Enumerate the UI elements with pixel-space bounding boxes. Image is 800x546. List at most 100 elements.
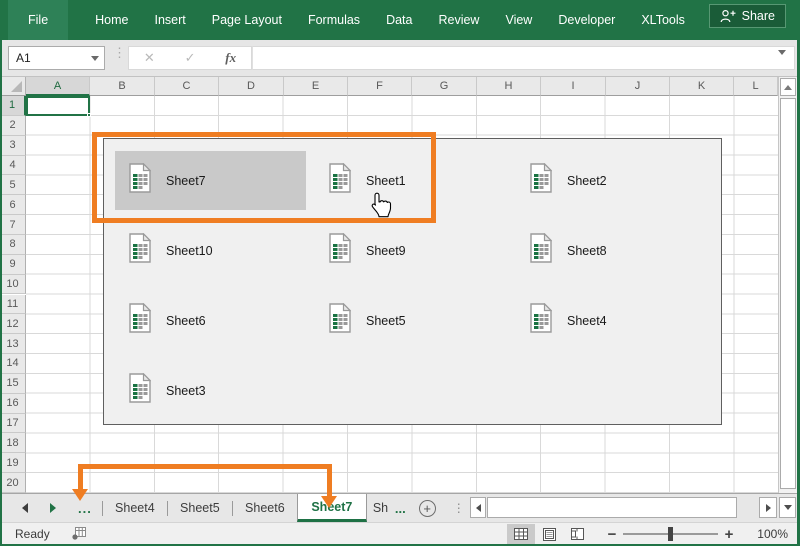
popup-sheet-item-sheet4[interactable]: Sheet4	[516, 291, 707, 350]
zoom-in-button[interactable]: +	[718, 526, 740, 543]
row-header-9[interactable]: 9	[0, 254, 26, 275]
insert-function-icon[interactable]: fx	[225, 50, 236, 66]
triangle-left-icon	[475, 503, 481, 512]
ribbon-tab-data[interactable]: Data	[373, 0, 425, 40]
zoom-level-label[interactable]: 100%	[752, 527, 788, 541]
ribbon-tab-home[interactable]: Home	[82, 0, 141, 40]
hidden-sheets-right-indicator[interactable]: ...	[389, 494, 412, 522]
worksheet-file-icon	[129, 302, 152, 338]
worksheet-file-icon	[530, 162, 553, 198]
column-header-d[interactable]: D	[219, 77, 284, 96]
row-header-18[interactable]: 18	[0, 433, 26, 454]
zoom-out-button[interactable]: −	[601, 526, 623, 543]
triangle-up-icon	[784, 84, 792, 90]
row-header-17[interactable]: 17	[0, 413, 26, 434]
popup-sheet-item-sheet2[interactable]: Sheet2	[516, 151, 707, 210]
zoom-slider[interactable]	[623, 527, 718, 541]
name-box[interactable]: A1	[8, 46, 105, 70]
popup-sheet-item-sheet8[interactable]: Sheet8	[516, 221, 707, 280]
column-header-f[interactable]: F	[348, 77, 412, 96]
zoom-slider-thumb[interactable]	[668, 527, 673, 541]
popup-sheet-label: Sheet6	[166, 313, 206, 328]
column-header-i[interactable]: I	[541, 77, 606, 96]
ribbon-bar: File Home Insert Page Layout Formulas Data Rev…	[0, 0, 800, 40]
popup-sheet-item-sheet10[interactable]: Sheet10	[115, 221, 306, 280]
ribbon-tab-xltools[interactable]: XLTools	[628, 0, 698, 40]
row-header-4[interactable]: 4	[0, 155, 26, 176]
macro-record-icon[interactable]	[72, 527, 86, 540]
ribbon-tab-insert[interactable]: Insert	[142, 0, 199, 40]
row-header-20[interactable]: 20	[0, 473, 26, 493]
row-header-3[interactable]: 3	[0, 135, 26, 156]
ribbon-tab-review[interactable]: Review	[425, 0, 492, 40]
column-header-k[interactable]: K	[670, 77, 734, 96]
row-header-12[interactable]: 12	[0, 314, 26, 335]
column-header-b[interactable]: B	[90, 77, 155, 96]
ribbon-tab-page-layout[interactable]: Page Layout	[199, 0, 295, 40]
scroll-left-button[interactable]	[470, 497, 486, 518]
ribbon-tab-view[interactable]: View	[492, 0, 545, 40]
row-header-16[interactable]: 16	[0, 393, 26, 414]
row-header-1[interactable]: 1	[0, 96, 26, 116]
scroll-down-button[interactable]	[779, 497, 796, 518]
normal-view-icon	[514, 528, 528, 540]
row-header-13[interactable]: 13	[0, 334, 26, 355]
column-header-a[interactable]: A	[26, 77, 90, 96]
cancel-icon[interactable]: ✕	[144, 50, 155, 66]
row-header-14[interactable]: 14	[0, 354, 26, 374]
chevron-down-icon	[778, 50, 786, 72]
new-sheet-button[interactable]: +	[412, 494, 443, 522]
sheet-tab-sh[interactable]: Sh	[367, 494, 389, 522]
normal-view-button[interactable]	[507, 524, 535, 544]
share-button[interactable]: Share	[708, 4, 786, 28]
annotation-connector-drop-left	[78, 464, 83, 491]
sheet-tab-sheet6[interactable]: Sheet6	[233, 494, 297, 522]
column-header-g[interactable]: G	[412, 77, 477, 96]
column-header-j[interactable]: J	[606, 77, 670, 96]
worksheet-file-icon	[129, 232, 152, 268]
name-box-dropdown[interactable]	[86, 47, 104, 69]
column-header-h[interactable]: H	[477, 77, 541, 96]
scroll-up-button[interactable]	[780, 78, 796, 96]
popup-sheet-label: Sheet2	[567, 173, 607, 188]
vertical-scrollbar[interactable]	[778, 77, 797, 493]
row-header-15[interactable]: 15	[0, 373, 26, 394]
vertical-scroll-thumb[interactable]	[780, 98, 796, 489]
ribbon-tab-file[interactable]: File	[8, 0, 69, 40]
enter-icon[interactable]: ✓	[185, 50, 196, 66]
hidden-sheets-left-indicator[interactable]: ...	[78, 501, 92, 516]
fill-handle[interactable]	[87, 113, 91, 117]
formula-bar-grip[interactable]: ⋮	[113, 46, 126, 59]
column-header-c[interactable]: C	[155, 77, 219, 96]
row-header-2[interactable]: 2	[0, 115, 26, 136]
popup-sheet-item-sheet5[interactable]: Sheet5	[315, 291, 506, 350]
formula-input[interactable]	[252, 46, 795, 73]
scroll-right-button[interactable]	[759, 497, 777, 518]
formula-bar-expand-icon[interactable]	[778, 50, 786, 73]
popup-sheet-item-sheet9[interactable]: Sheet9	[315, 221, 506, 280]
row-header-11[interactable]: 11	[0, 294, 26, 315]
row-header-8[interactable]: 8	[0, 234, 26, 255]
ribbon-tab-formulas[interactable]: Formulas	[295, 0, 373, 40]
sheet-tab-sheet4[interactable]: Sheet4	[103, 494, 167, 522]
page-break-preview-button[interactable]	[563, 524, 591, 544]
select-all-button[interactable]	[0, 77, 26, 96]
column-header-l[interactable]: L	[734, 77, 778, 96]
next-sheet-icon[interactable]	[50, 503, 56, 513]
previous-sheet-icon[interactable]	[22, 503, 28, 513]
row-header-7[interactable]: 7	[0, 215, 26, 235]
popup-sheet-item-sheet6[interactable]: Sheet6	[115, 291, 306, 350]
page-layout-view-button[interactable]	[535, 524, 563, 544]
row-header-19[interactable]: 19	[0, 453, 26, 474]
page-layout-icon	[542, 527, 556, 541]
triangle-down-icon	[783, 505, 792, 510]
ribbon-tab-developer[interactable]: Developer	[545, 0, 628, 40]
popup-sheet-item-sheet3[interactable]: Sheet3	[115, 361, 306, 420]
row-header-5[interactable]: 5	[0, 175, 26, 196]
sheet-tab-sheet5[interactable]: Sheet5	[168, 494, 232, 522]
row-header-10[interactable]: 10	[0, 274, 26, 295]
active-cell-a1[interactable]	[26, 96, 91, 117]
row-header-6[interactable]: 6	[0, 195, 26, 216]
horizontal-scroll-thumb[interactable]	[487, 497, 737, 518]
column-header-e[interactable]: E	[284, 77, 348, 96]
